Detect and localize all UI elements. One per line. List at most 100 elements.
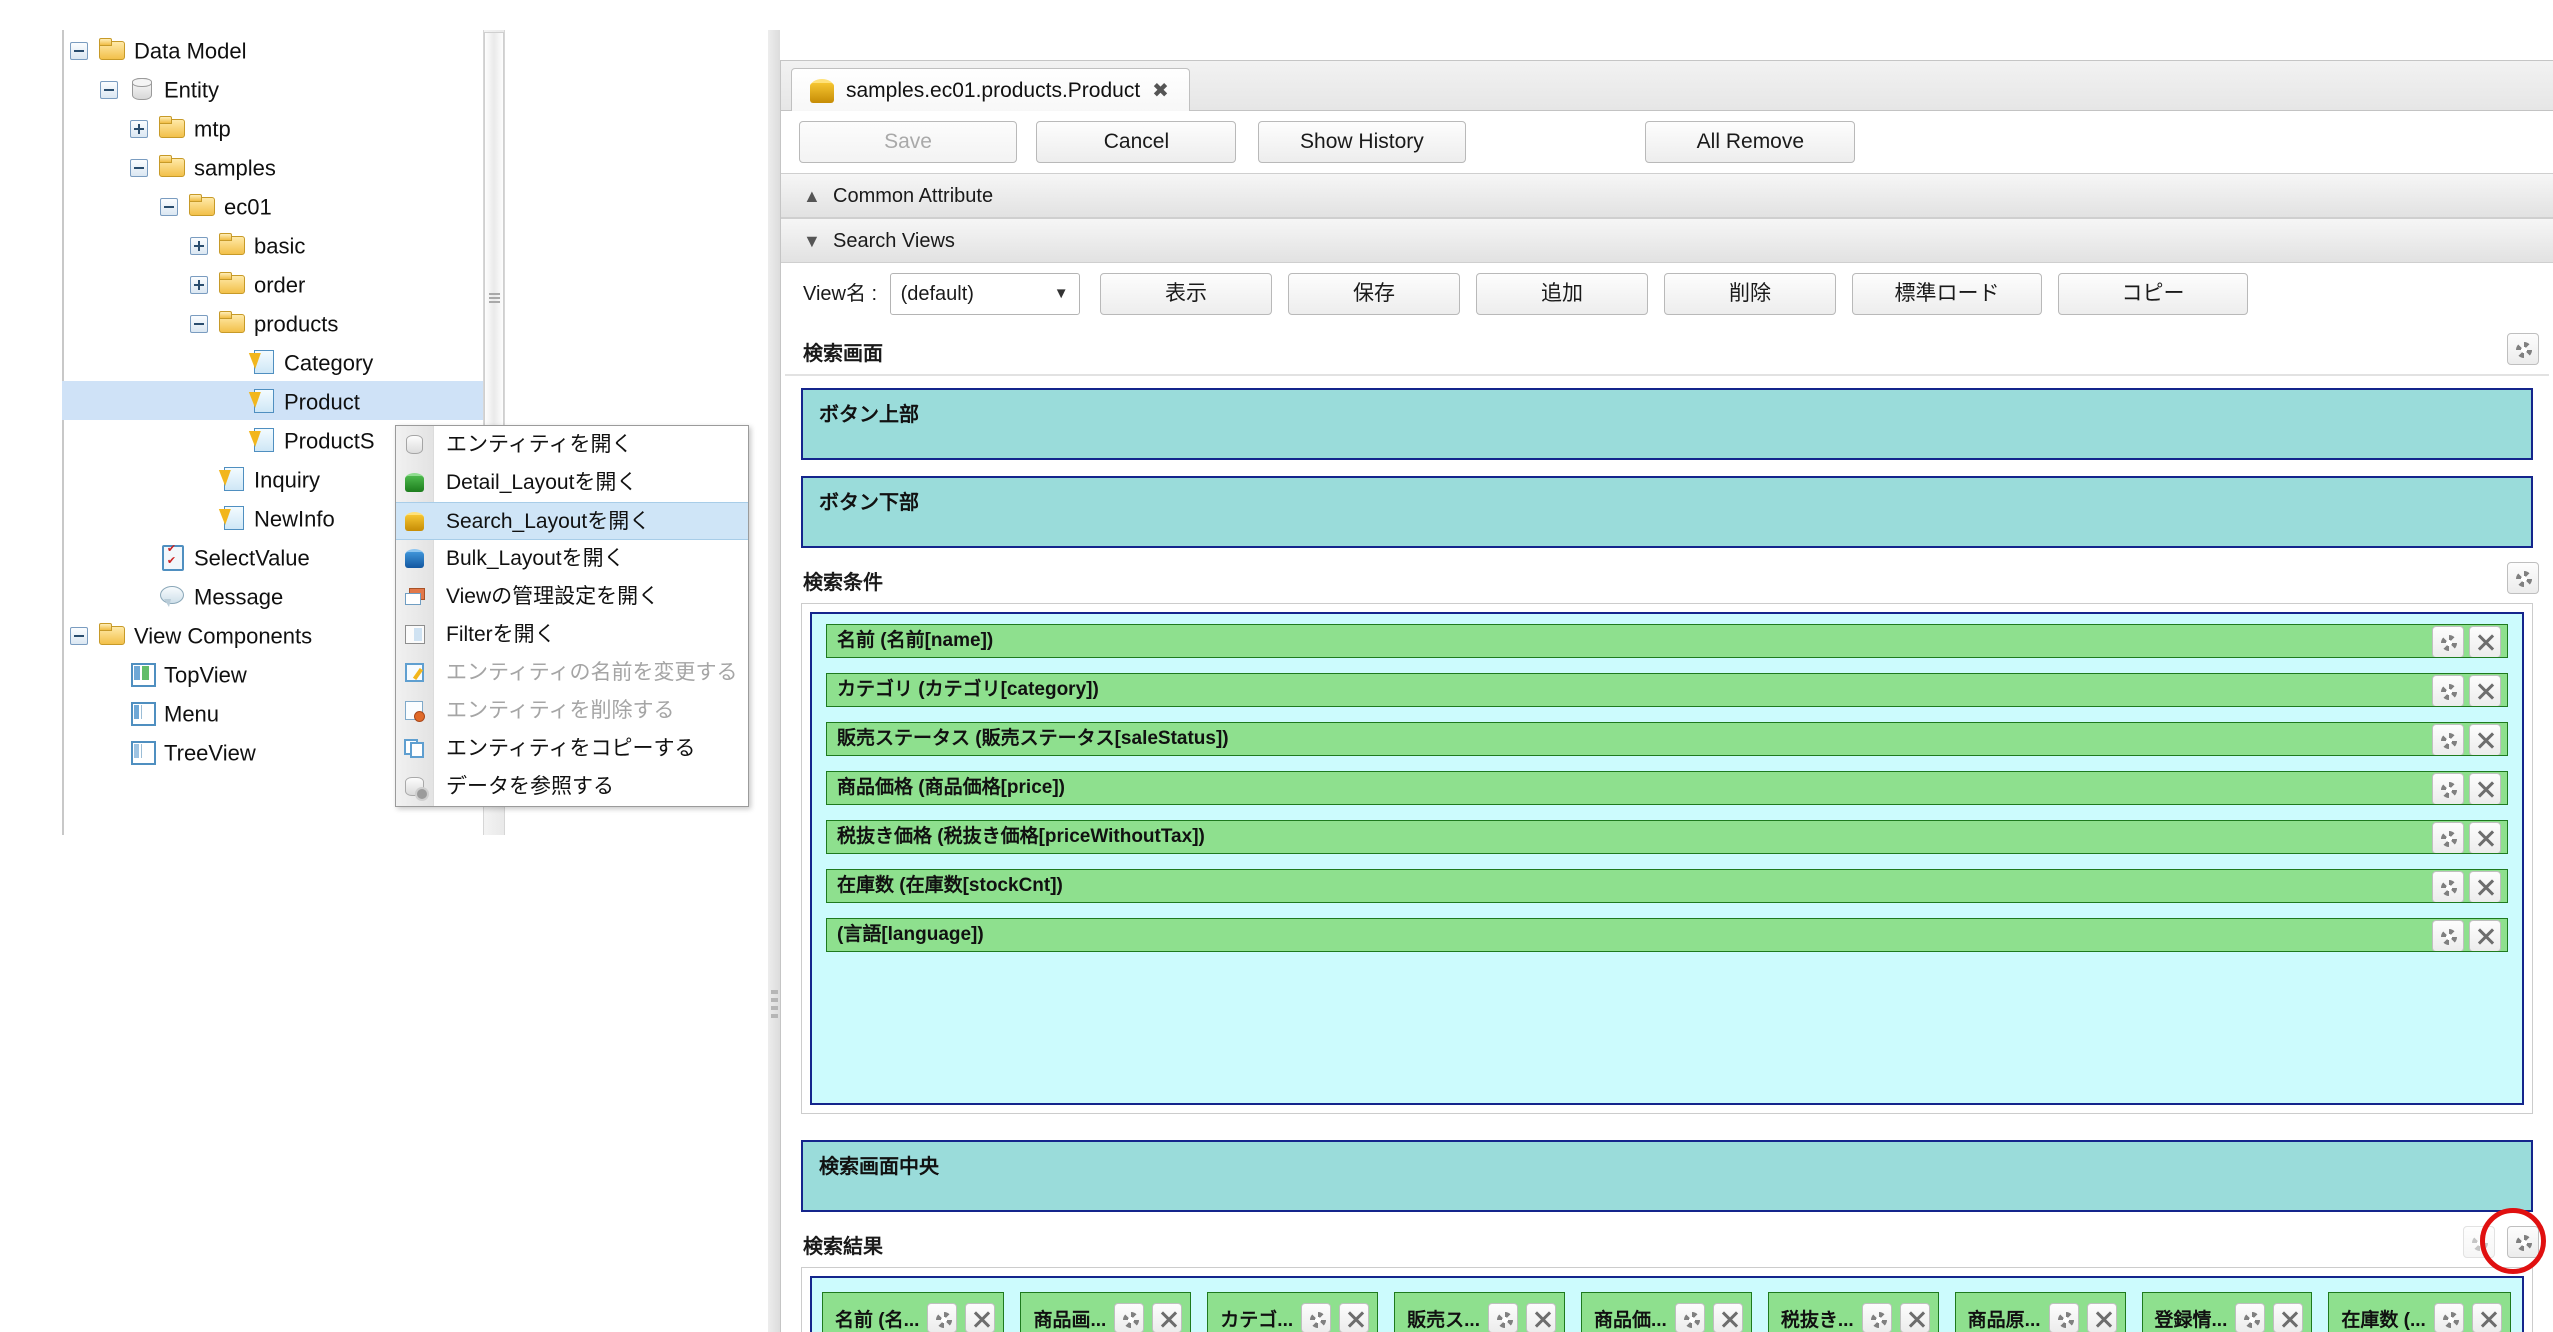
view-button-6[interactable]: コピー — [2058, 273, 2249, 315]
all-remove-button[interactable]: All Remove — [1645, 121, 1856, 163]
search-result-dropzone[interactable]: 名前 (名... 商品画... カテゴ... 販売ス... 商品価... 税抜き... 商品… — [810, 1276, 2524, 1332]
close-icon[interactable] — [2469, 724, 2501, 755]
collapse-icon[interactable] — [68, 40, 90, 62]
gear-icon[interactable] — [2432, 675, 2464, 706]
result-column-chip[interactable]: 販売ス... — [1394, 1292, 1565, 1332]
view-button-4[interactable]: 削除 — [1664, 273, 1837, 315]
context-menu-item-1[interactable]: エンティティを開く — [396, 426, 748, 464]
expand-icon[interactable] — [188, 235, 210, 257]
gear-icon[interactable] — [2432, 773, 2464, 804]
gear-icon[interactable] — [1114, 1303, 1145, 1332]
result-column-chip[interactable]: 登録情... — [2141, 1292, 2313, 1332]
expand-icon[interactable] — [188, 274, 210, 296]
close-icon[interactable] — [2273, 1303, 2304, 1332]
close-icon[interactable] — [2469, 773, 2501, 804]
close-icon[interactable]: ✖ — [1152, 78, 1169, 103]
gear-icon[interactable] — [2432, 920, 2464, 951]
close-icon[interactable] — [2469, 822, 2501, 853]
condition-row[interactable]: 税抜き価格 (税抜き価格[priceWithoutTax]) — [826, 820, 2508, 854]
context-menu-item-9[interactable]: エンティティをコピーする — [396, 730, 748, 768]
condition-row[interactable]: 名前 (名前[name]) — [826, 624, 2508, 658]
tree-item-order[interactable]: order — [62, 264, 487, 303]
result-column-chip[interactable]: カテゴ... — [1207, 1292, 1379, 1332]
close-icon[interactable] — [1525, 1303, 1556, 1332]
result-column-chip[interactable]: 税抜き... — [1767, 1292, 1939, 1332]
close-icon[interactable] — [2471, 1303, 2502, 1332]
tree-item-basic[interactable]: basic — [62, 225, 487, 264]
result-column-chip[interactable]: 名前 (名... — [822, 1292, 1005, 1332]
view-button-1[interactable]: 表示 — [1100, 273, 1273, 315]
gear-icon[interactable] — [2432, 626, 2464, 657]
context-menu-item-6[interactable]: Filterを開く — [396, 616, 748, 654]
gear-icon[interactable] — [2507, 1226, 2539, 1258]
band-button-bottom[interactable]: ボタン下部 — [801, 476, 2533, 548]
section-search-views[interactable]: ▼ Search Views — [781, 218, 2553, 263]
cancel-button[interactable]: Cancel — [1036, 121, 1237, 163]
band-button-top[interactable]: ボタン上部 — [801, 388, 2533, 460]
result-column-chip[interactable]: 商品価... — [1580, 1292, 1752, 1332]
condition-row[interactable]: カテゴリ (カテゴリ[category]) — [826, 673, 2508, 707]
condition-row[interactable]: (言語[language]) — [826, 918, 2508, 952]
collapse-icon[interactable] — [68, 625, 90, 647]
tree-item-product[interactable]: Product — [62, 381, 487, 420]
tree-item-products[interactable]: products — [62, 303, 487, 342]
expand-icon[interactable] — [128, 118, 150, 140]
gear-icon[interactable] — [927, 1303, 958, 1332]
close-icon[interactable] — [2469, 626, 2501, 657]
gear-icon[interactable] — [2432, 822, 2464, 853]
tree-item-mtp[interactable]: mtp — [62, 108, 487, 147]
tree-item-data-model[interactable]: Data Model — [62, 30, 487, 69]
context-menu-item-10[interactable]: データを参照する — [396, 768, 748, 806]
collapse-icon[interactable] — [128, 157, 150, 179]
result-column-chip[interactable]: 商品原... — [1954, 1292, 2126, 1332]
show-history-button[interactable]: Show History — [1257, 121, 1466, 163]
condition-row[interactable]: 商品価格 (商品価格[price]) — [826, 771, 2508, 805]
collapse-icon[interactable] — [2463, 1226, 2496, 1258]
close-icon[interactable] — [2469, 871, 2501, 902]
tree-item-entity[interactable]: Entity — [62, 69, 487, 108]
search-condition-dropzone[interactable]: 名前 (名前[name]) カテゴリ (カテゴリ[category]) 販売ステータ… — [810, 612, 2524, 1105]
gear-icon[interactable] — [2507, 562, 2539, 594]
close-icon[interactable] — [965, 1303, 996, 1332]
entity-context-menu[interactable]: エンティティを開く Detail_Layoutを開く Search_Layoutを開… — [395, 425, 749, 807]
gear-icon[interactable] — [1861, 1303, 1892, 1332]
gear-icon[interactable] — [2048, 1303, 2079, 1332]
tree-item-ec01[interactable]: ec01 — [62, 186, 487, 225]
result-column-chip[interactable]: 在庫数 (... — [2328, 1292, 2511, 1332]
search-condition-settings-gear[interactable] — [2507, 562, 2539, 594]
close-icon[interactable] — [1899, 1303, 1930, 1332]
context-menu-item-3[interactable]: Search_Layoutを開く — [396, 502, 748, 540]
section-common-attribute[interactable]: ▲ Common Attribute — [781, 173, 2553, 218]
tree-item-category[interactable]: Category — [62, 342, 487, 381]
close-icon[interactable] — [2469, 920, 2501, 951]
view-name-select[interactable]: (default) ▼ — [889, 273, 1080, 315]
search-screen-settings-gear[interactable] — [2507, 333, 2539, 365]
gear-icon[interactable] — [1487, 1303, 1518, 1332]
save-button[interactable]: Save — [799, 121, 1017, 163]
view-button-5[interactable]: 標準ロード — [1852, 273, 2043, 315]
condition-empty-space[interactable] — [826, 967, 2508, 1087]
collapse-icon[interactable] — [188, 313, 210, 335]
condition-row[interactable]: 在庫数 (在庫数[stockCnt]) — [826, 869, 2508, 903]
close-icon[interactable] — [1152, 1303, 1183, 1332]
context-menu-item-5[interactable]: Viewの管理設定を開く — [396, 578, 748, 616]
gear-icon[interactable] — [1301, 1303, 1332, 1332]
result-column-chip[interactable]: 商品画... — [1020, 1292, 1192, 1332]
gear-icon[interactable] — [2235, 1303, 2266, 1332]
context-menu-item-4[interactable]: Bulk_Layoutを開く — [396, 540, 748, 578]
collapse-icon[interactable] — [98, 79, 120, 101]
band-screen-center[interactable]: 検索画面中央 — [801, 1140, 2533, 1212]
condition-row[interactable]: 販売ステータス (販売ステータス[saleStatus]) — [826, 722, 2508, 756]
close-icon[interactable] — [1712, 1303, 1743, 1332]
gear-icon[interactable] — [2432, 871, 2464, 902]
tab-product-search-layout[interactable]: samples.ec01.products.Product ✖ — [791, 68, 1190, 112]
view-button-2[interactable]: 保存 — [1288, 273, 1461, 315]
view-button-3[interactable]: 追加 — [1476, 273, 1649, 315]
gear-icon[interactable] — [2507, 333, 2539, 365]
gear-icon[interactable] — [2433, 1303, 2464, 1332]
tree-item-samples[interactable]: samples — [62, 147, 487, 186]
close-icon[interactable] — [1339, 1303, 1370, 1332]
panel-splitter[interactable] — [768, 30, 780, 1332]
collapse-icon[interactable] — [158, 196, 180, 218]
close-icon[interactable] — [2086, 1303, 2117, 1332]
